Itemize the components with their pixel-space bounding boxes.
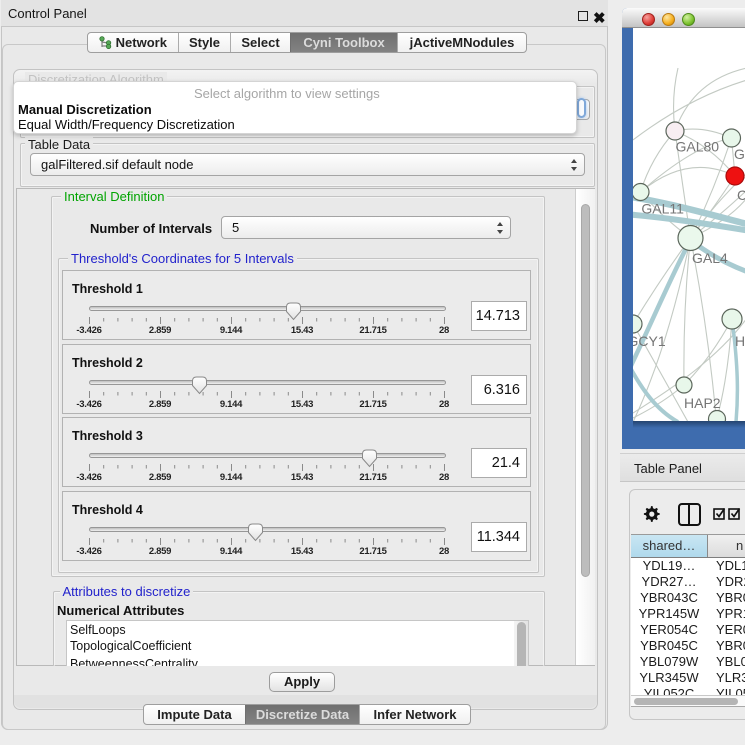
svg-text:H: H bbox=[735, 333, 745, 349]
svg-text:GAL80: GAL80 bbox=[676, 139, 720, 155]
svg-text:C: C bbox=[737, 187, 745, 203]
svg-text:GCY1: GCY1 bbox=[633, 333, 666, 349]
svg-text:GA: GA bbox=[734, 146, 745, 162]
svg-text:GAL4: GAL4 bbox=[692, 250, 728, 266]
svg-text:HAP2: HAP2 bbox=[684, 395, 721, 411]
svg-text:GAL11: GAL11 bbox=[641, 200, 684, 216]
